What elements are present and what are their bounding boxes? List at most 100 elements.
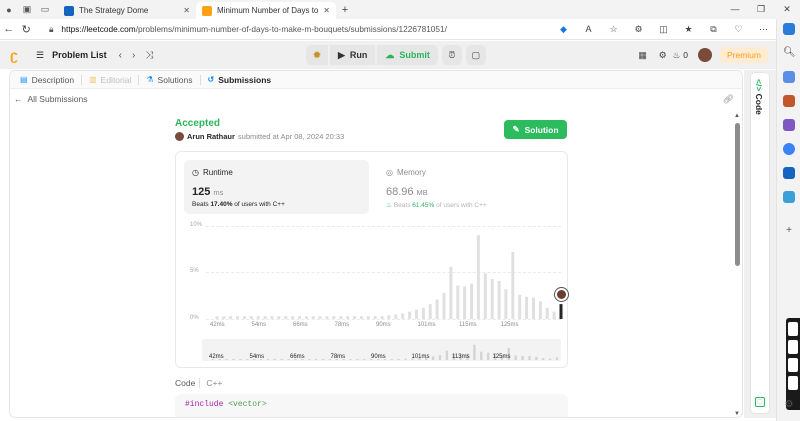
- chart-bar[interactable]: [229, 316, 233, 319]
- video-icon[interactable]: [788, 340, 798, 354]
- chart-bar[interactable]: [291, 316, 295, 319]
- tools-icon[interactable]: [783, 95, 795, 107]
- chart-bar[interactable]: [263, 316, 267, 319]
- panel-scrollbar[interactable]: ▲ ▼: [732, 111, 742, 417]
- games-icon[interactable]: [783, 119, 795, 131]
- chart-bar[interactable]: [497, 280, 501, 319]
- chart-bar[interactable]: [380, 316, 384, 319]
- more-options-icon[interactable]: ⋯: [751, 24, 776, 35]
- chart-bar[interactable]: [435, 299, 439, 320]
- chart-bar[interactable]: [353, 316, 356, 319]
- chart-bar[interactable]: [394, 314, 398, 319]
- drop-icon[interactable]: [783, 191, 795, 203]
- restore-icon[interactable]: ❐: [748, 4, 774, 15]
- chart-bar[interactable]: [538, 301, 542, 319]
- chart-bar[interactable]: [449, 266, 453, 319]
- code-editor-collapsed[interactable]: </> Code ⬚: [744, 70, 776, 418]
- chart-bar[interactable]: [476, 235, 480, 319]
- scrollbar-thumb[interactable]: [735, 123, 740, 266]
- chart-bar[interactable]: [490, 279, 494, 319]
- chart-bar[interactable]: [298, 316, 301, 319]
- debug-button[interactable]: ✹: [306, 45, 328, 65]
- chart-bar[interactable]: [532, 297, 535, 319]
- chart-bar[interactable]: [215, 316, 219, 319]
- solution-button[interactable]: ✎ Solution: [504, 120, 567, 139]
- settings-gear-icon[interactable]: ⚙: [653, 50, 673, 61]
- chart-bar[interactable]: [428, 304, 432, 319]
- shuffle-icon[interactable]: ⤨: [145, 50, 163, 61]
- browser-essentials-icon[interactable]: ♡: [726, 24, 751, 35]
- chart-bar[interactable]: [304, 316, 308, 319]
- close-window-icon[interactable]: ✕: [774, 4, 800, 15]
- chart-bar[interactable]: [470, 283, 473, 319]
- premium-button[interactable]: Premium: [719, 47, 768, 63]
- submit-button[interactable]: ☁ Submit: [377, 45, 438, 65]
- chart-bar[interactable]: [511, 252, 515, 319]
- chart-bar[interactable]: [518, 294, 522, 319]
- chart-bar[interactable]: [387, 315, 391, 319]
- outlook-icon[interactable]: [783, 167, 795, 179]
- chart-bar[interactable]: [525, 296, 529, 319]
- sidebar-settings-icon[interactable]: ⚙: [781, 399, 797, 410]
- chart-bar[interactable]: [236, 316, 239, 319]
- chart-bar[interactable]: [256, 316, 260, 319]
- timer-button[interactable]: ⏰︎: [441, 45, 462, 65]
- extension-icon[interactable]: ◆: [551, 24, 576, 35]
- extensions-puzzle-icon[interactable]: ⚙: [626, 24, 651, 35]
- profile-icon[interactable]: ●: [0, 0, 18, 19]
- chart-bar[interactable]: [270, 316, 274, 319]
- tab-submissions[interactable]: ↺ Submissions: [204, 75, 276, 85]
- new-tab-button[interactable]: +: [336, 4, 354, 16]
- expand-editor-icon[interactable]: ⬚: [755, 397, 765, 407]
- minimize-icon[interactable]: —: [722, 4, 748, 15]
- chart-bar[interactable]: [311, 316, 315, 319]
- chart-bar[interactable]: [504, 289, 508, 319]
- chart-bar[interactable]: [483, 273, 487, 319]
- your-submission-marker[interactable]: [554, 288, 568, 302]
- chart-bar[interactable]: [408, 311, 412, 319]
- collections-icon[interactable]: ⧉: [701, 24, 726, 35]
- microsoft-365-icon[interactable]: [783, 143, 795, 155]
- workspaces-icon[interactable]: ▣: [18, 0, 36, 19]
- tab-description[interactable]: ▤ Description: [16, 75, 78, 85]
- chart-bar[interactable]: [545, 307, 549, 319]
- chart-bar[interactable]: [456, 285, 460, 320]
- settings-icon[interactable]: [788, 376, 798, 390]
- chart-bar[interactable]: [222, 316, 226, 319]
- all-submissions-link[interactable]: ← All Submissions: [14, 94, 88, 104]
- chart-bar[interactable]: [242, 316, 246, 319]
- back-icon[interactable]: ←: [0, 23, 18, 35]
- close-tab-icon[interactable]: ✕: [183, 6, 190, 15]
- chart-bar[interactable]: [284, 316, 288, 319]
- split-screen-icon[interactable]: ◫: [651, 24, 676, 35]
- author-name[interactable]: Arun Rathaur: [187, 132, 235, 141]
- chart-bar[interactable]: [401, 313, 405, 319]
- chart-bar[interactable]: [421, 307, 425, 319]
- notes-button[interactable]: ▢: [465, 45, 486, 65]
- chart-bar[interactable]: [277, 316, 281, 319]
- chart-bar[interactable]: [366, 316, 370, 319]
- runtime-distribution-chart[interactable]: [176, 152, 569, 369]
- run-button[interactable]: ▶ Run: [330, 45, 376, 65]
- tab-actions-icon[interactable]: ▭: [36, 0, 54, 19]
- streak-counter[interactable]: ♨ 0: [673, 50, 688, 61]
- chart-bar[interactable]: [552, 311, 556, 319]
- code-block[interactable]: #include <vector>: [175, 394, 568, 417]
- copy-icon[interactable]: [788, 358, 798, 372]
- next-problem-icon[interactable]: ›: [132, 50, 145, 61]
- url-bar[interactable]: 🔒︎ https://leetcode.com/problems/minimum…: [41, 21, 511, 37]
- chart-bar[interactable]: [346, 316, 350, 319]
- chart-bar[interactable]: [463, 286, 467, 319]
- chart-bar[interactable]: [318, 316, 322, 319]
- chart-bar[interactable]: [442, 293, 446, 319]
- search-icon[interactable]: 🔍︎: [783, 47, 796, 59]
- close-tab-icon[interactable]: ✕: [323, 6, 330, 15]
- problem-list-button[interactable]: ☰ Problem List: [36, 50, 107, 61]
- scroll-up-icon[interactable]: ▲: [734, 113, 740, 119]
- leetcode-logo-icon[interactable]: ʗ: [0, 47, 28, 63]
- refresh-icon[interactable]: ↻: [18, 23, 36, 36]
- browser-tab-strategy-dome[interactable]: The Strategy Dome ✕: [58, 2, 196, 19]
- chart-bar[interactable]: [332, 316, 336, 319]
- lock-icon[interactable]: 🔒︎: [49, 24, 53, 35]
- read-aloud-icon[interactable]: A: [576, 24, 601, 35]
